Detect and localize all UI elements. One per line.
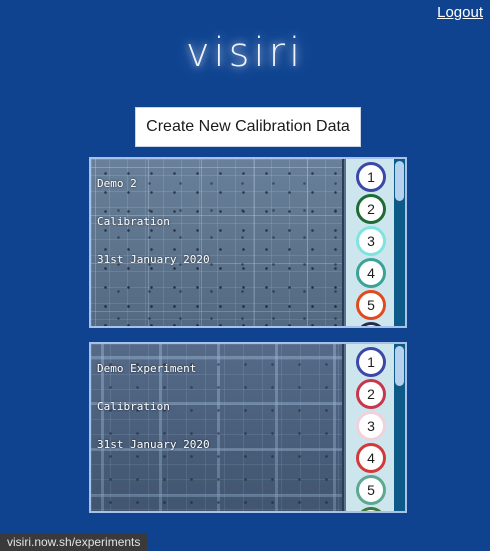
experiment-thumbnail[interactable]: Demo 2 Calibration 31st January 2020 — [91, 159, 344, 326]
experiment-thumbnail[interactable]: Demo Experiment Calibration 31st January… — [91, 344, 344, 511]
experiment-info: Demo 2 Calibration 31st January 2020 — [97, 177, 210, 291]
label-list: 1 2 3 4 5 6 — [346, 344, 398, 511]
label-scrollbar[interactable] — [394, 344, 405, 511]
experiment-info: Demo Experiment Calibration 31st January… — [97, 362, 210, 476]
experiment-card[interactable]: Demo Experiment Calibration 31st January… — [89, 342, 407, 513]
label-circle[interactable]: 2 — [356, 194, 386, 224]
label-circle[interactable]: 4 — [356, 443, 386, 473]
label-circle[interactable]: 1 — [356, 162, 386, 192]
experiment-name: Demo Experiment — [97, 362, 197, 375]
status-bar-url: visiri.now.sh/experiments — [0, 533, 148, 551]
label-circle[interactable]: 6 — [356, 507, 386, 511]
label-circle[interactable]: 5 — [356, 290, 386, 320]
label-circle[interactable]: 6 — [356, 322, 386, 326]
experiment-date: 31st January 2020 — [97, 438, 210, 451]
label-circle[interactable]: 5 — [356, 475, 386, 505]
label-list: 1 2 3 4 5 6 — [346, 159, 398, 326]
create-calibration-button[interactable]: Create New Calibration Data — [135, 107, 361, 147]
label-scrollbar[interactable] — [394, 159, 405, 326]
experiment-name: Demo 2 — [97, 177, 137, 190]
experiment-card[interactable]: Demo 2 Calibration 31st January 2020 1 2… — [89, 157, 407, 328]
logout-link[interactable]: Logout — [437, 4, 483, 21]
label-circle[interactable]: 4 — [356, 258, 386, 288]
scrollbar-thumb[interactable] — [395, 346, 404, 386]
experiment-type: Calibration — [97, 400, 170, 413]
label-circle[interactable]: 1 — [356, 347, 386, 377]
experiment-date: 31st January 2020 — [97, 253, 210, 266]
label-circle[interactable]: 2 — [356, 379, 386, 409]
brand-logo: visiri — [185, 30, 305, 76]
label-circle[interactable]: 3 — [356, 226, 386, 256]
experiment-type: Calibration — [97, 215, 170, 228]
label-circle[interactable]: 3 — [356, 411, 386, 441]
scrollbar-thumb[interactable] — [395, 161, 404, 201]
